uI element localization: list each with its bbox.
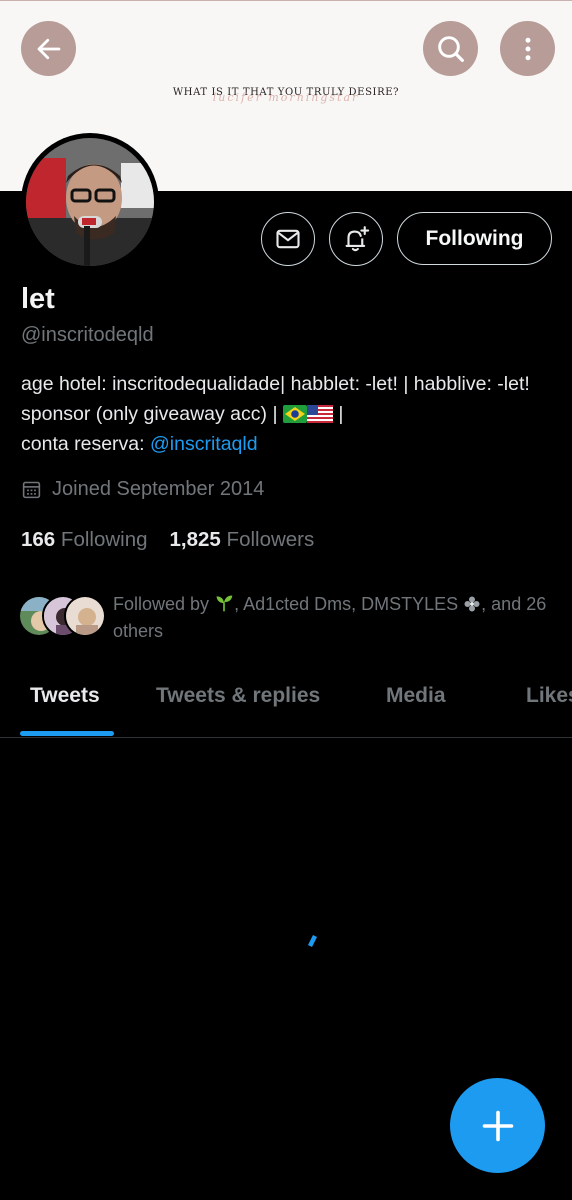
brazil-flag-icon: [282, 405, 307, 423]
followers-count: 1,825: [169, 528, 221, 551]
joined-text: Joined September 2014: [52, 478, 265, 500]
more-options-button[interactable]: [500, 21, 555, 76]
followers-stat[interactable]: 1,825 Followers: [170, 528, 315, 551]
bio-text: age hotel: inscritodequalidade| habblet:…: [21, 373, 530, 425]
banner-text: WHAT IS IT THAT YOU TRULY DESIRE? lucife…: [0, 87, 572, 104]
profile-bio: age hotel: inscritodequalidade| habblet:…: [21, 369, 556, 459]
followed-by-prefix: Followed by: [113, 594, 210, 614]
loading-spinner: [308, 935, 317, 947]
followed-by-text: Followed by , Ad1cted Dms, DMSTYLES , an…: [113, 594, 547, 641]
banner-script: lucifer morningstar: [212, 91, 360, 104]
following-label: Following: [60, 528, 148, 551]
tab-likes[interactable]: Likes: [526, 684, 572, 708]
bio-mention-link[interactable]: @inscritaqld: [150, 433, 258, 455]
profile-handle: @inscritodeqld: [21, 324, 154, 346]
bio-text-reserve: conta reserva:: [21, 433, 145, 455]
seedling-emoji-icon: [216, 595, 233, 612]
joined-date: Joined September 2014: [21, 478, 264, 501]
followed-by-row[interactable]: Followed by , Ad1cted Dms, DMSTYLES , an…: [18, 590, 563, 646]
mail-icon: [276, 229, 300, 249]
following-count: 166: [21, 528, 56, 551]
usa-flag-icon: [306, 405, 333, 423]
followed-by-names: Ad1cted Dms, DMSTYLES: [243, 594, 459, 614]
more-vertical-icon: [525, 37, 530, 60]
following-button[interactable]: Following: [397, 212, 552, 265]
follow-stats: 166 Following 1,825 Followers: [21, 528, 314, 552]
followers-label: Followers: [226, 528, 315, 551]
message-button[interactable]: [261, 212, 315, 266]
search-button[interactable]: [423, 21, 478, 76]
back-button[interactable]: [21, 21, 76, 76]
following-stat[interactable]: 166 Following: [21, 528, 148, 551]
followed-by-avatars: [18, 595, 108, 639]
calendar-icon: [22, 481, 41, 499]
mutual-avatar: [64, 595, 106, 637]
profile-tabs: Tweets Tweets & replies Media Likes: [0, 670, 572, 738]
bell-plus-icon: [345, 226, 370, 252]
flower-emoji-icon: [464, 596, 480, 612]
active-tab-indicator: [20, 731, 114, 736]
tab-tweets-replies[interactable]: Tweets & replies: [156, 684, 320, 708]
avatar-photo: [26, 138, 154, 266]
search-icon: [437, 35, 464, 62]
arrow-left-icon: [37, 38, 60, 59]
plus-icon: [482, 1110, 513, 1141]
profile-avatar[interactable]: [21, 133, 159, 271]
bio-separator: |: [338, 403, 344, 425]
tab-tweets[interactable]: Tweets: [30, 684, 100, 708]
tab-media[interactable]: Media: [386, 684, 446, 708]
compose-tweet-button[interactable]: [450, 1078, 545, 1173]
notifications-button[interactable]: [329, 212, 383, 266]
profile-name: let: [21, 283, 55, 315]
